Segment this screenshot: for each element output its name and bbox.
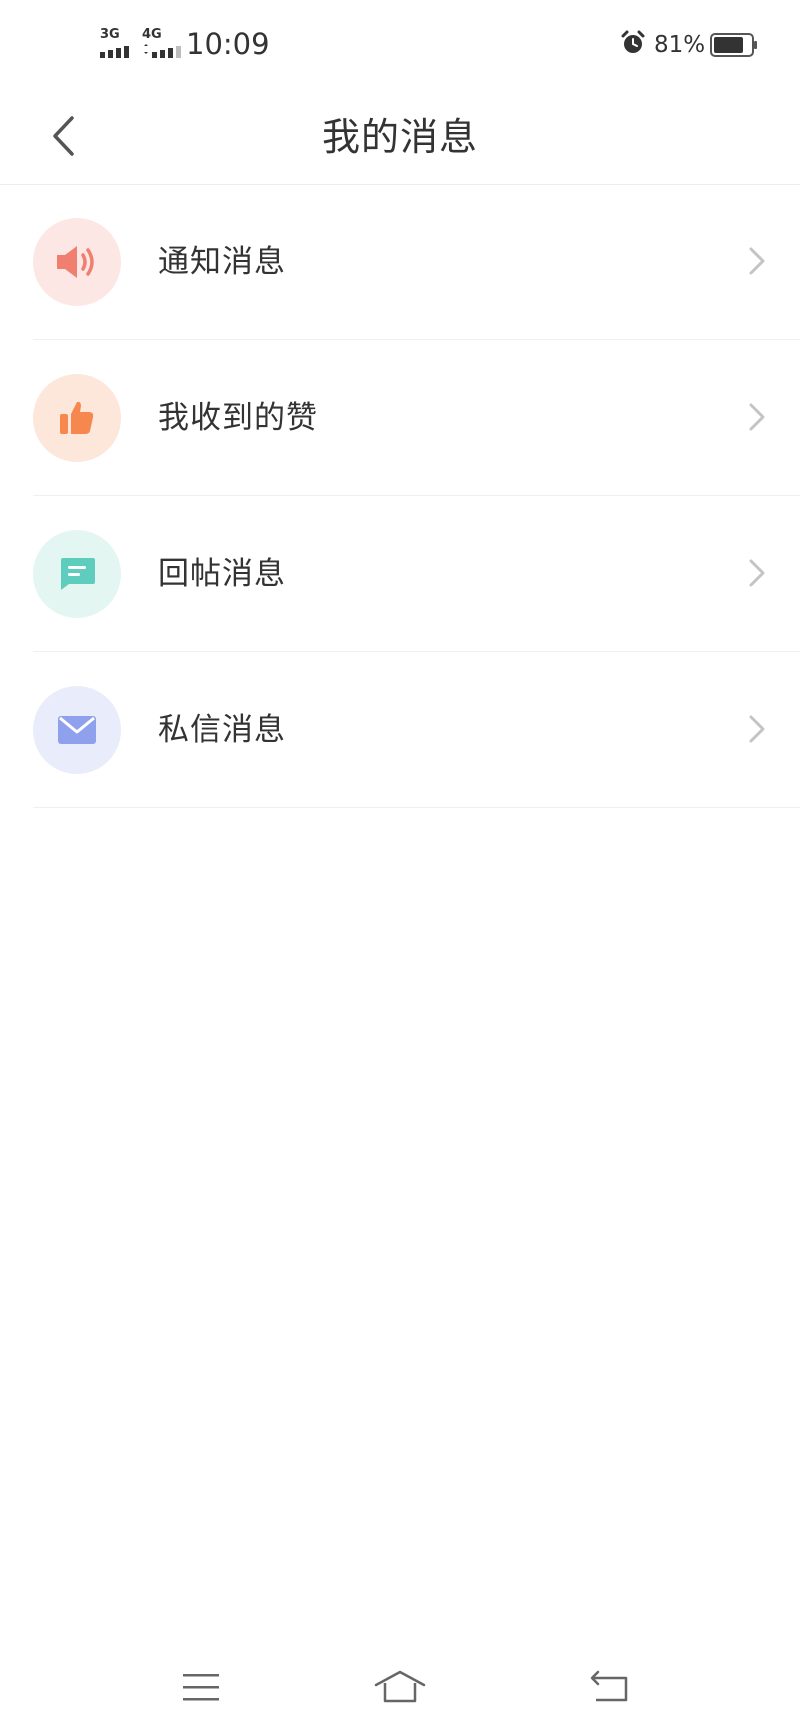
sim1-label: 3G — [100, 27, 120, 42]
page-title: 我的消息 — [321, 115, 478, 159]
list-item-label: 通知消息 — [158, 244, 286, 280]
navigation-bar — [0, 1640, 800, 1733]
sim2-label: 4G — [142, 27, 162, 42]
speaker-icon — [57, 246, 94, 278]
list-item-label: 我收到的赞 — [158, 400, 318, 436]
back-button[interactable] — [38, 108, 88, 164]
divider — [33, 807, 800, 808]
signal-icon — [144, 44, 181, 58]
chevron-right-icon — [749, 247, 765, 275]
header: 我的消息 — [0, 90, 800, 185]
menu-button[interactable] — [171, 1662, 231, 1712]
screen: 3G 4G 10:09 81% 我的消息 通知消息 我收到的赞 回帖消息 私信消… — [0, 0, 800, 1733]
back-icon — [590, 1670, 628, 1702]
list-item-replies[interactable]: 回帖消息 — [0, 496, 800, 652]
chevron-left-icon — [53, 116, 74, 156]
icon-badge — [33, 530, 121, 618]
icon-badge — [33, 686, 121, 774]
chevron-right-icon — [749, 715, 765, 743]
battery-percent: 81% — [654, 32, 706, 58]
list-item-label: 回帖消息 — [158, 556, 286, 592]
list-item-private-messages[interactable]: 私信消息 — [0, 652, 800, 808]
mail-icon — [58, 716, 96, 744]
home-icon — [374, 1670, 426, 1703]
home-button[interactable] — [370, 1662, 430, 1712]
system-back-button[interactable] — [580, 1662, 640, 1712]
message-list: 通知消息 我收到的赞 回帖消息 私信消息 — [0, 184, 800, 808]
list-item-notifications[interactable]: 通知消息 — [0, 184, 800, 340]
chevron-right-icon — [749, 403, 765, 431]
alarm-icon — [621, 30, 645, 53]
status-time: 10:09 — [186, 27, 270, 61]
signal-icon — [100, 46, 129, 58]
comment-icon — [61, 558, 95, 590]
battery-icon — [710, 33, 757, 57]
list-item-label: 私信消息 — [158, 712, 286, 748]
chevron-right-icon — [749, 559, 765, 587]
status-bar: 3G 4G 10:09 81% — [0, 0, 800, 90]
thumbs-up-icon — [60, 401, 94, 434]
menu-icon — [183, 1674, 219, 1701]
list-item-likes[interactable]: 我收到的赞 — [0, 340, 800, 496]
icon-badge — [33, 374, 121, 462]
icon-badge — [33, 218, 121, 306]
